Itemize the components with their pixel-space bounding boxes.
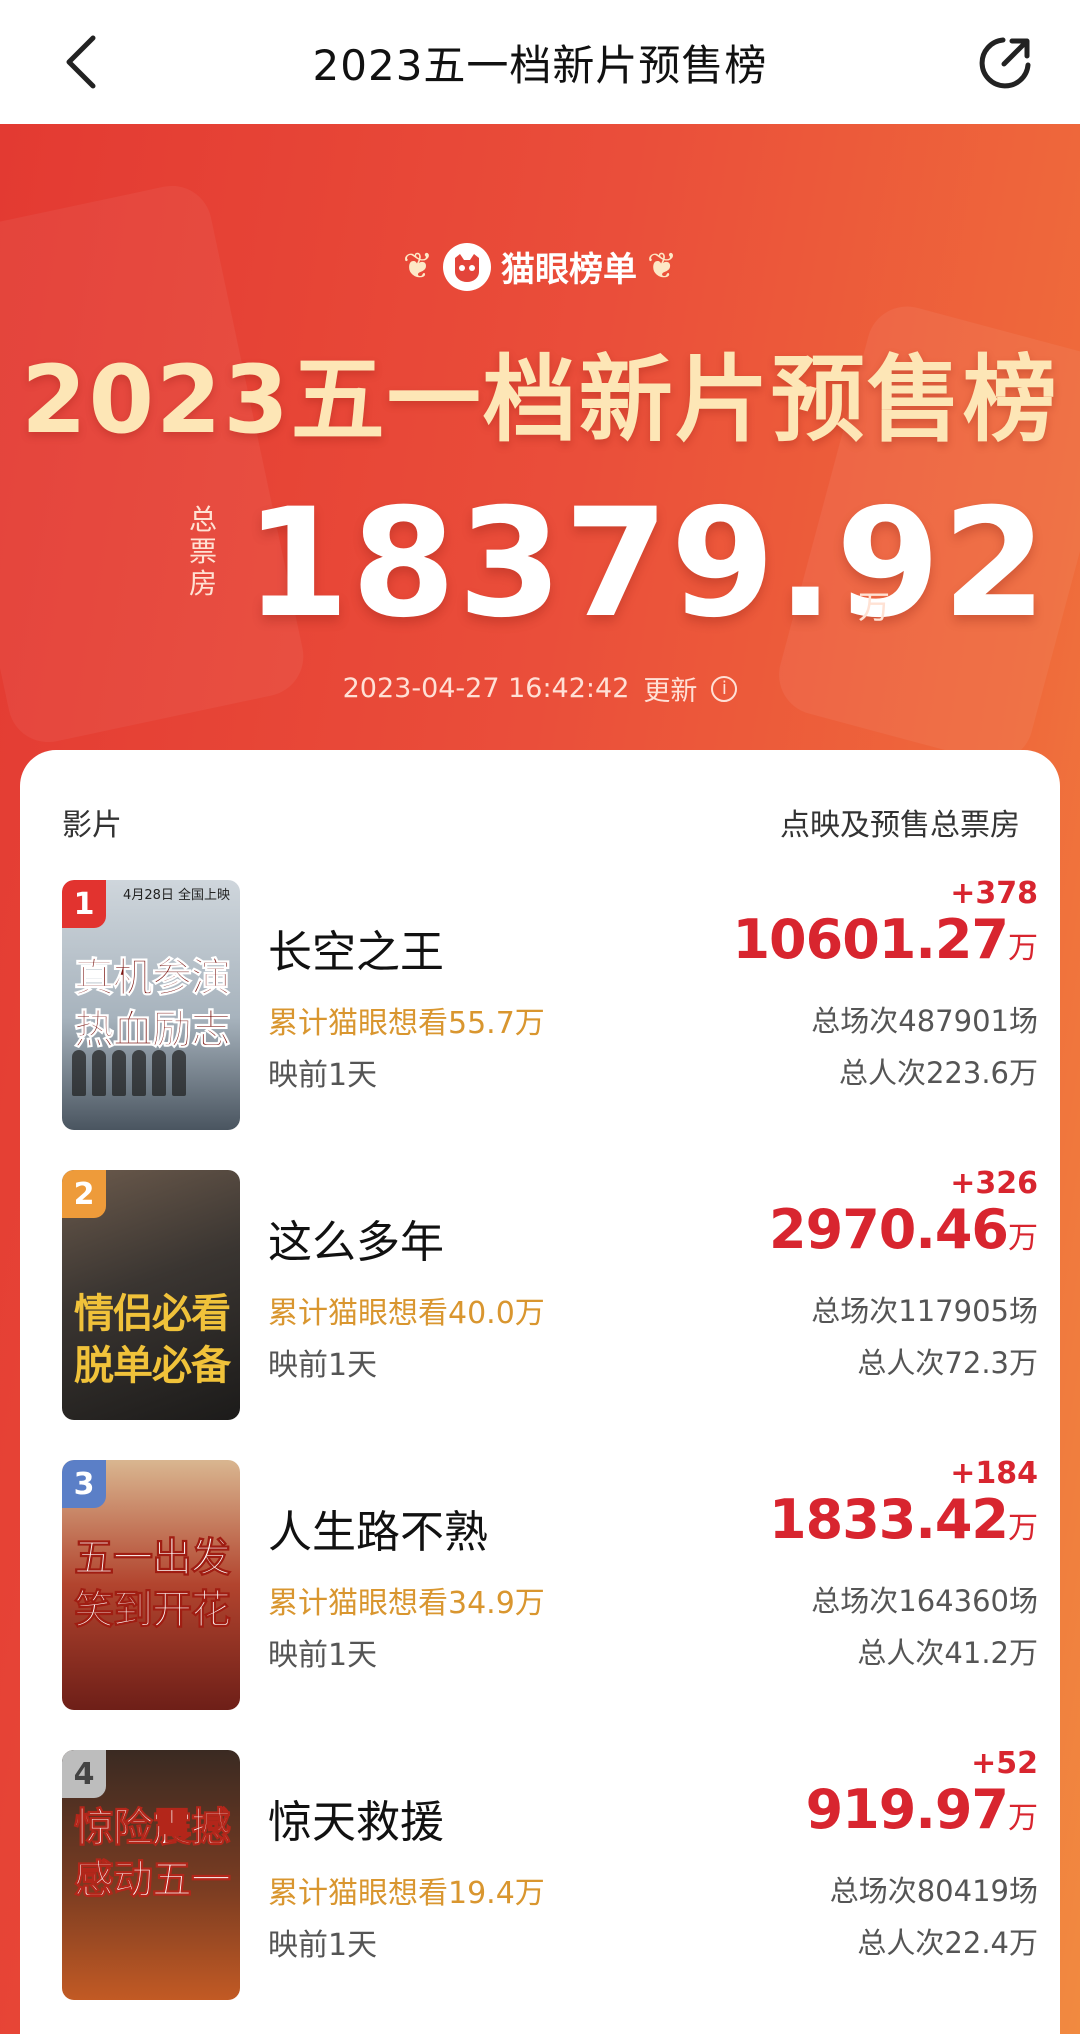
film-title: 惊天救援 xyxy=(268,1797,444,1848)
days-before-release: 映前1天 xyxy=(268,1928,378,1963)
total-shows: 总场次117905场 xyxy=(811,1294,1038,1328)
total-audience: 总人次72.3万 xyxy=(857,1346,1038,1380)
rank-badge: 1 xyxy=(62,880,106,928)
box-office-value: 1833.42万 xyxy=(769,1488,1038,1551)
total-box-office: 总票房 18379.92 万 xyxy=(0,484,1080,654)
days-before-release: 映前1天 xyxy=(268,1638,378,1673)
total-audience: 总人次22.4万 xyxy=(857,1926,1038,1960)
hero-banner: ❦ 猫眼榜单 ❦ 2023五一档新片预售榜 总票房 18379.92 万 202… xyxy=(0,124,1080,2034)
total-unit: 万 xyxy=(858,588,891,626)
brand-header: ❦ 猫眼榜单 ❦ xyxy=(0,242,1080,291)
total-audience: 总人次223.6万 xyxy=(838,1056,1038,1090)
poster-slogan: 真机参演热血励志 xyxy=(74,955,232,1054)
poster-slogan: 情侣必看脱单必备 xyxy=(74,1291,231,1389)
want-to-see-count: 累计猫眼想看34.9万 xyxy=(268,1586,545,1621)
film-row-3[interactable]: 3 五一出发笑到开花 人生路不熟 累计猫眼想看34.9万 映前1天 +184 1… xyxy=(62,1456,1038,1710)
box-office-delta: +52 xyxy=(971,1746,1038,1781)
film-row-2[interactable]: 2 情侣必看脱单必备 这么多年 累计猫眼想看40.0万 映前1天 +326 29… xyxy=(62,1166,1038,1420)
page-title: 2023五一档新片预售榜 xyxy=(312,40,768,90)
total-shows: 总场次164360场 xyxy=(811,1584,1038,1618)
poster-slogan: 惊险震撼感动五一 xyxy=(74,1805,232,1904)
film-poster: 3 五一出发笑到开花 xyxy=(62,1460,240,1710)
box-office-value: 2970.46万 xyxy=(769,1198,1038,1261)
days-before-release: 映前1天 xyxy=(268,1348,378,1383)
want-to-see-count: 累计猫眼想看40.0万 xyxy=(268,1296,545,1331)
share-icon[interactable] xyxy=(974,32,1036,94)
total-audience: 总人次41.2万 xyxy=(857,1636,1038,1670)
film-row-1[interactable]: 1 4月28日 全国上映 真机参演热血励志 长空之王 累计猫眼想看55.7万 映… xyxy=(62,876,1038,1130)
film-poster: 1 4月28日 全国上映 真机参演热血励志 xyxy=(62,880,240,1130)
hero-title: 2023五一档新片预售榜 xyxy=(21,346,1059,455)
info-icon[interactable]: i xyxy=(711,675,738,702)
box-office-value: 919.97万 xyxy=(805,1778,1038,1841)
box-office-value: 10601.27万 xyxy=(732,908,1038,971)
poster-slogan: 五一出发笑到开花 xyxy=(74,1535,232,1634)
maoyan-cat-logo-icon xyxy=(443,242,491,291)
film-poster: 4 惊险震撼感动五一 xyxy=(62,1750,240,2000)
film-poster: 2 情侣必看脱单必备 xyxy=(62,1170,240,1420)
brand-name: 猫眼榜单 xyxy=(501,250,637,290)
film-row-4[interactable]: 4 惊险震撼感动五一 惊天救援 累计猫眼想看19.4万 映前1天 +52 919… xyxy=(62,1746,1038,2000)
laurel-left-icon: ❦ xyxy=(402,246,433,287)
rank-badge: 2 xyxy=(62,1170,106,1218)
want-to-see-count: 累计猫眼想看19.4万 xyxy=(268,1876,545,1911)
poster-release-date: 4月28日 全国上映 xyxy=(123,888,230,903)
days-before-release: 映前1天 xyxy=(268,1058,378,1093)
table-header: 影片 点映及预售总票房 xyxy=(62,800,1020,844)
poster-figures xyxy=(72,1050,230,1100)
top-navigation-bar: 2023五一档新片预售榜 xyxy=(0,0,1080,124)
update-time-row: 2023-04-27 16:42:42 更新 i xyxy=(0,669,1080,708)
column-film: 影片 xyxy=(62,808,122,843)
total-value: 18379.92 xyxy=(245,477,1049,651)
film-title: 长空之王 xyxy=(268,927,444,978)
ranking-card: 影片 点映及预售总票房 1 4月28日 全国上映 真机参演热血励志 长空之王 累… xyxy=(20,750,1060,2034)
total-shows: 总场次80419场 xyxy=(829,1874,1038,1908)
laurel-right-icon: ❦ xyxy=(647,246,678,287)
column-box-office: 点映及预售总票房 xyxy=(780,808,1020,843)
total-shows: 总场次487901场 xyxy=(811,1004,1038,1038)
rank-badge: 3 xyxy=(62,1460,106,1508)
total-label: 总票房 xyxy=(188,503,217,600)
back-icon[interactable] xyxy=(50,32,110,92)
box-office-delta: +378 xyxy=(950,876,1038,911)
rank-badge: 4 xyxy=(62,1750,106,1798)
update-label: 更新 xyxy=(643,676,698,707)
box-office-delta: +326 xyxy=(950,1166,1038,1201)
want-to-see-count: 累计猫眼想看55.7万 xyxy=(268,1006,545,1041)
box-office-delta: +184 xyxy=(950,1456,1038,1491)
film-title: 这么多年 xyxy=(268,1217,444,1268)
film-title: 人生路不熟 xyxy=(268,1507,488,1558)
update-time: 2023-04-27 16:42:42 xyxy=(342,673,630,704)
